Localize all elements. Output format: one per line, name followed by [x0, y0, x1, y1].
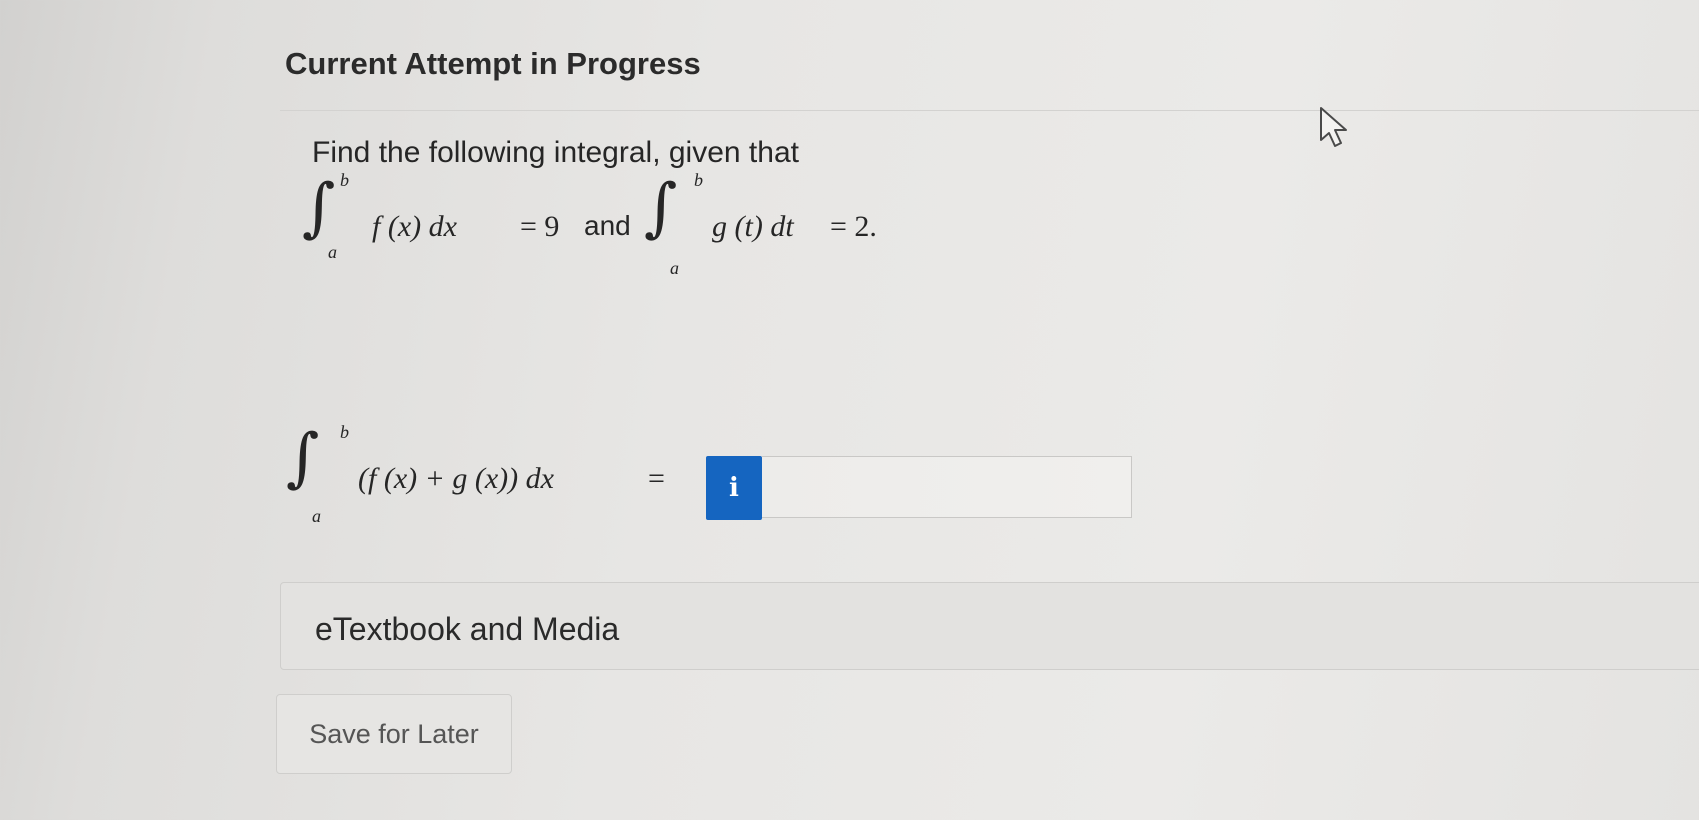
title-divider [280, 110, 1699, 111]
etextbook-media-label: eTextbook and Media [315, 611, 620, 647]
mouse-cursor-icon [1320, 107, 1347, 147]
lower-limit: a [328, 242, 337, 262]
info-button[interactable]: i [706, 456, 762, 520]
equals-sign: = [648, 462, 665, 495]
etextbook-media-panel[interactable]: eTextbook and Media [280, 582, 1699, 670]
integrand: g (t) dt [712, 210, 794, 243]
integrand: (f (x) + g (x)) dx [358, 462, 554, 495]
question-prompt: Find the following integral, given that [312, 136, 799, 169]
lower-limit: a [670, 258, 679, 278]
integral-value: = 9 [520, 210, 560, 243]
integral-sign: ∫ [286, 421, 320, 495]
lower-limit: a [312, 506, 321, 526]
connector-word: and [584, 210, 631, 241]
save-for-later-button[interactable]: Save for Later [276, 694, 512, 774]
answer-input[interactable] [762, 456, 1132, 518]
upper-limit: b [694, 170, 703, 190]
upper-limit: b [340, 422, 349, 442]
integrand: f (x) dx [372, 210, 457, 243]
page-title: Current Attempt in Progress [285, 46, 701, 81]
integral-value: = 2. [830, 210, 877, 243]
upper-limit: b [340, 170, 349, 190]
integral-sign: ∫ [302, 171, 336, 245]
info-icon: i [729, 473, 739, 503]
integral-sign: ∫ [644, 171, 678, 245]
